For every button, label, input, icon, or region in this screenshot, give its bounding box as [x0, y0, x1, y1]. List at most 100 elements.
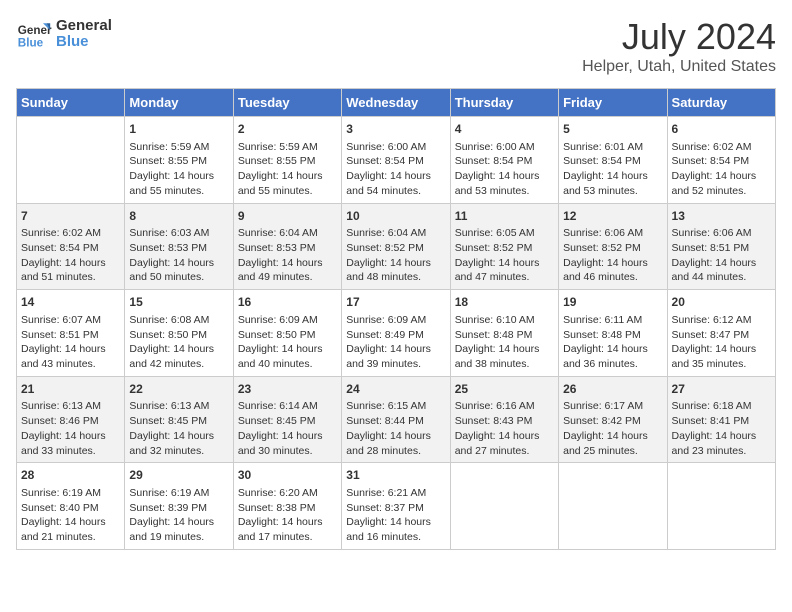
calendar-cell: 7Sunrise: 6:02 AM Sunset: 8:54 PM Daylig…: [17, 203, 125, 290]
day-info: Sunrise: 6:15 AM Sunset: 8:44 PM Dayligh…: [346, 399, 445, 458]
day-number: 6: [672, 121, 771, 138]
day-number: 25: [455, 381, 554, 398]
day-number: 24: [346, 381, 445, 398]
day-number: 26: [563, 381, 662, 398]
day-number: 5: [563, 121, 662, 138]
day-info: Sunrise: 6:05 AM Sunset: 8:52 PM Dayligh…: [455, 226, 554, 285]
logo-line2: Blue: [56, 34, 112, 51]
day-info: Sunrise: 5:59 AM Sunset: 8:55 PM Dayligh…: [238, 140, 337, 199]
day-info: Sunrise: 6:13 AM Sunset: 8:46 PM Dayligh…: [21, 399, 120, 458]
calendar-cell: 12Sunrise: 6:06 AM Sunset: 8:52 PM Dayli…: [559, 203, 667, 290]
calendar-cell: 20 Sunrise: 6:12 AM Sunset: 8:47 PM Dayli…: [667, 290, 775, 377]
calendar-table: SundayMondayTuesdayWednesdayThursdayFrid…: [16, 88, 776, 550]
calendar-cell: [559, 463, 667, 550]
calendar-cell: 5 Sunrise: 6:01 AM Sunset: 8:54 PM Daylig…: [559, 117, 667, 204]
day-info: Sunrise: 6:07 AM Sunset: 8:51 PM Dayligh…: [21, 313, 120, 372]
day-number: 18: [455, 294, 554, 311]
calendar-cell: 3 Sunrise: 6:00 AM Sunset: 8:54 PM Daylig…: [342, 117, 450, 204]
calendar-cell: 19 Sunrise: 6:11 AM Sunset: 8:48 PM Dayli…: [559, 290, 667, 377]
day-info: Sunrise: 6:10 AM Sunset: 8:48 PM Dayligh…: [455, 313, 554, 372]
logo-icon: General Blue: [16, 16, 52, 52]
day-number: 2: [238, 121, 337, 138]
column-header-saturday: Saturday: [667, 89, 775, 117]
day-number: 23: [238, 381, 337, 398]
calendar-cell: 18 Sunrise: 6:10 AM Sunset: 8:48 PM Dayli…: [450, 290, 558, 377]
calendar-cell: 28Sunrise: 6:19 AM Sunset: 8:40 PM Dayli…: [17, 463, 125, 550]
logo: General Blue General Blue: [16, 16, 112, 52]
day-info: Sunrise: 6:19 AM Sunset: 8:39 PM Dayligh…: [129, 486, 228, 545]
svg-text:Blue: Blue: [18, 37, 44, 50]
day-info: Sunrise: 5:59 AM Sunset: 8:55 PM Dayligh…: [129, 140, 228, 199]
title-area: July 2024 Helper, Utah, United States: [582, 16, 776, 76]
calendar-cell: 1 Sunrise: 5:59 AM Sunset: 8:55 PM Daylig…: [125, 117, 233, 204]
calendar-cell: [17, 117, 125, 204]
day-info: Sunrise: 6:18 AM Sunset: 8:41 PM Dayligh…: [672, 399, 771, 458]
day-info: Sunrise: 6:16 AM Sunset: 8:43 PM Dayligh…: [455, 399, 554, 458]
calendar-cell: 14 Sunrise: 6:07 AM Sunset: 8:51 PM Dayli…: [17, 290, 125, 377]
calendar-cell: 16 Sunrise: 6:09 AM Sunset: 8:50 PM Dayli…: [233, 290, 341, 377]
day-number: 22: [129, 381, 228, 398]
day-info: Sunrise: 6:04 AM Sunset: 8:53 PM Dayligh…: [238, 226, 337, 285]
day-info: Sunrise: 6:02 AM Sunset: 8:54 PM Dayligh…: [21, 226, 120, 285]
calendar-cell: 22Sunrise: 6:13 AM Sunset: 8:45 PM Dayli…: [125, 376, 233, 463]
day-info: Sunrise: 6:04 AM Sunset: 8:52 PM Dayligh…: [346, 226, 445, 285]
subtitle: Helper, Utah, United States: [582, 58, 776, 76]
day-info: Sunrise: 6:11 AM Sunset: 8:48 PM Dayligh…: [563, 313, 662, 372]
day-info: Sunrise: 6:12 AM Sunset: 8:47 PM Dayligh…: [672, 313, 771, 372]
logo-line1: General: [56, 18, 112, 35]
day-info: Sunrise: 6:09 AM Sunset: 8:49 PM Dayligh…: [346, 313, 445, 372]
day-number: 15: [129, 294, 228, 311]
calendar-cell: 31Sunrise: 6:21 AM Sunset: 8:37 PM Dayli…: [342, 463, 450, 550]
day-info: Sunrise: 6:17 AM Sunset: 8:42 PM Dayligh…: [563, 399, 662, 458]
day-number: 20: [672, 294, 771, 311]
day-number: 12: [563, 208, 662, 225]
calendar-cell: 8Sunrise: 6:03 AM Sunset: 8:53 PM Daylig…: [125, 203, 233, 290]
column-header-monday: Monday: [125, 89, 233, 117]
calendar-week-3: 14 Sunrise: 6:07 AM Sunset: 8:51 PM Dayli…: [17, 290, 776, 377]
column-header-sunday: Sunday: [17, 89, 125, 117]
day-info: Sunrise: 6:19 AM Sunset: 8:40 PM Dayligh…: [21, 486, 120, 545]
day-info: Sunrise: 6:13 AM Sunset: 8:45 PM Dayligh…: [129, 399, 228, 458]
day-number: 21: [21, 381, 120, 398]
calendar-week-4: 21Sunrise: 6:13 AM Sunset: 8:46 PM Dayli…: [17, 376, 776, 463]
day-number: 16: [238, 294, 337, 311]
calendar-cell: 9Sunrise: 6:04 AM Sunset: 8:53 PM Daylig…: [233, 203, 341, 290]
day-info: Sunrise: 6:08 AM Sunset: 8:50 PM Dayligh…: [129, 313, 228, 372]
column-header-friday: Friday: [559, 89, 667, 117]
day-info: Sunrise: 6:06 AM Sunset: 8:51 PM Dayligh…: [672, 226, 771, 285]
column-header-wednesday: Wednesday: [342, 89, 450, 117]
day-number: 19: [563, 294, 662, 311]
calendar-body: 1 Sunrise: 5:59 AM Sunset: 8:55 PM Daylig…: [17, 117, 776, 550]
day-number: 29: [129, 467, 228, 484]
header: General Blue General Blue July 2024 Help…: [16, 16, 776, 76]
day-number: 4: [455, 121, 554, 138]
calendar-cell: [667, 463, 775, 550]
day-number: 27: [672, 381, 771, 398]
day-number: 1: [129, 121, 228, 138]
calendar-cell: 6 Sunrise: 6:02 AM Sunset: 8:54 PM Daylig…: [667, 117, 775, 204]
day-number: 30: [238, 467, 337, 484]
day-info: Sunrise: 6:03 AM Sunset: 8:53 PM Dayligh…: [129, 226, 228, 285]
calendar-cell: 24Sunrise: 6:15 AM Sunset: 8:44 PM Dayli…: [342, 376, 450, 463]
day-info: Sunrise: 6:14 AM Sunset: 8:45 PM Dayligh…: [238, 399, 337, 458]
calendar-cell: 25Sunrise: 6:16 AM Sunset: 8:43 PM Dayli…: [450, 376, 558, 463]
column-header-tuesday: Tuesday: [233, 89, 341, 117]
column-header-thursday: Thursday: [450, 89, 558, 117]
main-title: July 2024: [582, 16, 776, 58]
day-number: 3: [346, 121, 445, 138]
day-number: 7: [21, 208, 120, 225]
day-info: Sunrise: 6:09 AM Sunset: 8:50 PM Dayligh…: [238, 313, 337, 372]
calendar-cell: 13Sunrise: 6:06 AM Sunset: 8:51 PM Dayli…: [667, 203, 775, 290]
calendar-cell: 10Sunrise: 6:04 AM Sunset: 8:52 PM Dayli…: [342, 203, 450, 290]
calendar-cell: 23Sunrise: 6:14 AM Sunset: 8:45 PM Dayli…: [233, 376, 341, 463]
day-number: 14: [21, 294, 120, 311]
day-info: Sunrise: 6:01 AM Sunset: 8:54 PM Dayligh…: [563, 140, 662, 199]
calendar-cell: 29 Sunrise: 6:19 AM Sunset: 8:39 PM Dayli…: [125, 463, 233, 550]
calendar-cell: 2 Sunrise: 5:59 AM Sunset: 8:55 PM Daylig…: [233, 117, 341, 204]
calendar-cell: 21Sunrise: 6:13 AM Sunset: 8:46 PM Dayli…: [17, 376, 125, 463]
day-info: Sunrise: 6:20 AM Sunset: 8:38 PM Dayligh…: [238, 486, 337, 545]
day-info: Sunrise: 6:02 AM Sunset: 8:54 PM Dayligh…: [672, 140, 771, 199]
calendar-cell: 30 Sunrise: 6:20 AM Sunset: 8:38 PM Dayli…: [233, 463, 341, 550]
day-info: Sunrise: 6:00 AM Sunset: 8:54 PM Dayligh…: [346, 140, 445, 199]
calendar-cell: [450, 463, 558, 550]
